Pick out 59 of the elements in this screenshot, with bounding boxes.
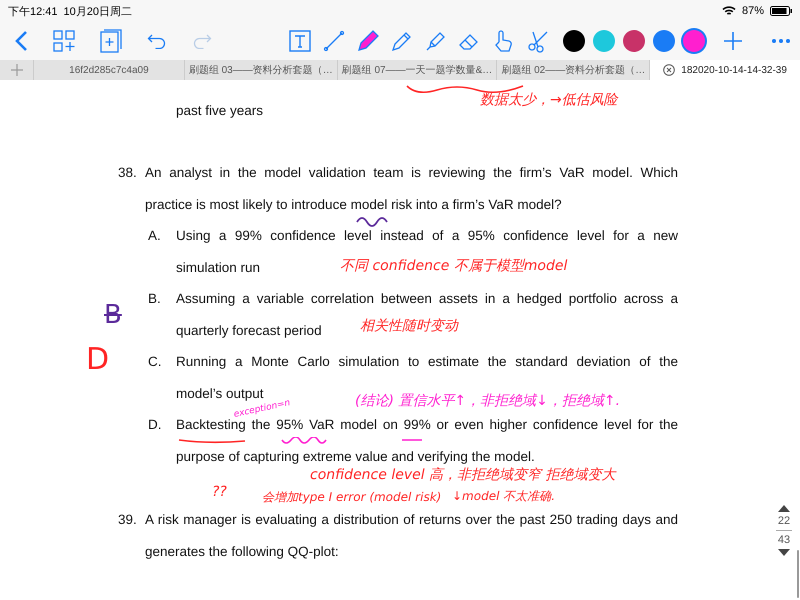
document-tab[interactable]: 刷题组 03——资料分析套题（… bbox=[184, 60, 338, 80]
question-number: 39. bbox=[118, 512, 137, 528]
question-text: An analyst in the model validation team is reviewing the firm’s VaR model. Which bbox=[145, 164, 678, 182]
option-text: Using a 99% confidence level instead of a 95% confidence level for a new bbox=[176, 227, 678, 244]
scrollbar[interactable] bbox=[797, 550, 799, 598]
add-icon bbox=[10, 64, 22, 76]
question-text: A risk manager is evaluating a distribution of returns over the past 250 trading days and bbox=[145, 511, 678, 528]
option-text: model’s output bbox=[176, 384, 264, 401]
handwritten-note: 数据太少，→低估风险 bbox=[480, 92, 618, 109]
handwritten-note: 不同 confidence 不属于模型model bbox=[340, 258, 568, 275]
page-up-icon[interactable] bbox=[778, 505, 790, 512]
status-date: 10月20日周二 bbox=[64, 4, 132, 18]
current-page-number: 22 bbox=[778, 515, 790, 527]
color-swatch[interactable] bbox=[653, 30, 675, 52]
option-text: quarterly forecast period bbox=[176, 322, 322, 339]
ink-underline bbox=[400, 437, 424, 443]
battery-percent: 87% bbox=[742, 5, 764, 17]
tab-close-icon[interactable] bbox=[663, 64, 676, 76]
option-text: purpose of capturing extreme value and verifying the model. bbox=[176, 448, 535, 465]
color-swatch[interactable] bbox=[593, 30, 615, 52]
handwritten-note: ↓model 不太准确. bbox=[452, 489, 556, 504]
color-swatch[interactable] bbox=[563, 30, 585, 52]
wifi-icon bbox=[722, 6, 736, 16]
option-letter: A. bbox=[148, 228, 161, 244]
question-text: generates the following QQ-plot: bbox=[145, 542, 339, 560]
option-letter: B. bbox=[148, 291, 161, 306]
option-text: Running a Monte Carlo simulation to estimate the standard deviation of the bbox=[176, 353, 678, 370]
color-swatch[interactable] bbox=[683, 30, 705, 52]
back-chevron-icon[interactable] bbox=[14, 30, 28, 52]
ink-underline bbox=[177, 437, 247, 445]
color-swatch[interactable] bbox=[623, 30, 645, 52]
handwritten-note: B bbox=[104, 300, 122, 332]
option-text: Backtesting the 95% VaR model on 99% or even higher confidence level for the bbox=[176, 417, 678, 434]
total-page-count: 43 bbox=[778, 534, 790, 546]
battery-icon bbox=[770, 6, 792, 16]
grid-add-icon[interactable] bbox=[53, 30, 75, 52]
option-letter: D. bbox=[148, 417, 162, 432]
document-tab[interactable]: 16f2d285c7c4a09 bbox=[34, 60, 185, 80]
more-icon[interactable] bbox=[772, 39, 790, 43]
ink-underline bbox=[280, 437, 328, 447]
page-down-icon[interactable] bbox=[778, 549, 790, 556]
handwritten-note: 会增加type I error (model risk) bbox=[262, 490, 442, 504]
handwritten-note: 相关性随时变动 bbox=[360, 318, 458, 335]
handwritten-note: confidence level 高，非拒绝域变窄 拒绝域变大 bbox=[310, 467, 616, 484]
add-page-icon[interactable] bbox=[100, 29, 122, 53]
undo-icon[interactable] bbox=[147, 33, 167, 49]
status-time: 下午12:41 bbox=[8, 4, 58, 18]
option-text: past five years bbox=[176, 103, 264, 118]
add-icon[interactable] bbox=[723, 31, 743, 51]
question-text: practice is most likely to introduce model risk into a firm’s VaR model? bbox=[145, 196, 562, 213]
document-tab[interactable]: 刷题组 07——一天一题学数量&… bbox=[338, 60, 498, 80]
option-text: Assuming a variable correlation between assets in a hedged portfolio across a bbox=[176, 290, 678, 308]
option-letter: C. bbox=[148, 354, 162, 370]
handwritten-note: (结论) 置信水平↑，非拒绝域↓，拒绝域↑. bbox=[355, 393, 620, 410]
option-text: simulation run bbox=[176, 258, 260, 276]
handwritten-note: D bbox=[86, 342, 110, 378]
handwritten-note: ?? bbox=[212, 484, 227, 501]
document-tab[interactable]: 182020-10-14-14-32-39 bbox=[650, 60, 800, 80]
question-number: 38. bbox=[118, 165, 137, 180]
